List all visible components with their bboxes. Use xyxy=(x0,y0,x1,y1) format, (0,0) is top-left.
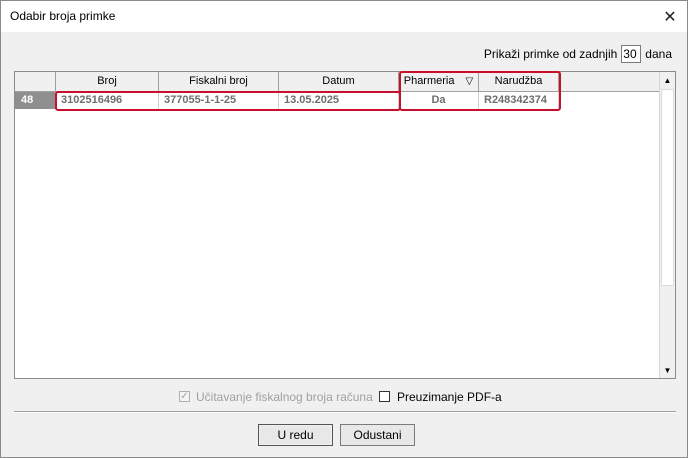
grid-header: Broj Fiskalni broj Datum Pharmeria ▽ Nar… xyxy=(15,72,660,92)
close-icon: ✕ xyxy=(663,8,677,26)
cell-fiskalni-broj[interactable]: 377055-1-1-25 xyxy=(159,92,279,109)
sort-filter-icon[interactable]: ▽ xyxy=(466,76,474,87)
vertical-scrollbar[interactable]: ▲ ▼ xyxy=(659,72,675,378)
cancel-button[interactable]: Odustani xyxy=(340,424,415,446)
cell-broj[interactable]: 3102516496 xyxy=(56,92,159,109)
fiscal-number-label: Učitavanje fiskalnog broja računa xyxy=(196,390,373,404)
column-header-pharmeria[interactable]: Pharmeria ▽ xyxy=(399,72,479,91)
checkmark-icon: ✓ xyxy=(180,390,189,402)
column-header-datum[interactable]: Datum xyxy=(279,72,399,91)
divider xyxy=(14,411,676,413)
table-row[interactable]: 48 3102516496 377055-1-1-25 13.05.2025 D… xyxy=(15,92,660,109)
cell-narudzba[interactable]: R248342374 xyxy=(479,92,559,109)
arrow-down-icon[interactable]: ▼ xyxy=(660,362,675,378)
column-header-narudzba[interactable]: Narudžba xyxy=(479,72,559,91)
download-pdf-checkbox[interactable] xyxy=(379,391,390,402)
arrow-up-icon[interactable]: ▲ xyxy=(660,72,675,88)
row-indicator-header xyxy=(15,72,56,91)
download-pdf-label: Preuzimanje PDF-a xyxy=(397,390,502,404)
close-button[interactable]: ✕ xyxy=(653,1,687,32)
options-row: ✓ Učitavanje fiskalnog broja računa Preu… xyxy=(1,389,687,407)
fiscal-number-checkbox[interactable]: ✓ xyxy=(179,391,190,402)
scrollbar-thumb[interactable] xyxy=(661,89,674,286)
days-unit-label: dana xyxy=(645,47,672,61)
days-filter-label: Prikaži primke od zadnjih xyxy=(483,47,618,61)
column-header-fiskalni-broj[interactable]: Fiskalni broj xyxy=(159,72,279,91)
cell-pharmeria[interactable]: Da xyxy=(399,92,479,109)
cell-datum[interactable]: 13.05.2025 xyxy=(279,92,399,109)
dialog-window: Odabir broja primke ✕ Prikaži primke od … xyxy=(0,0,688,458)
days-input[interactable] xyxy=(621,45,642,63)
receipts-grid: Broj Fiskalni broj Datum Pharmeria ▽ Nar… xyxy=(14,71,676,379)
title-bar: Odabir broja primke ✕ xyxy=(1,1,687,32)
ok-button[interactable]: U redu xyxy=(258,424,333,446)
row-number: 48 xyxy=(15,92,56,109)
column-header-pharmeria-label: Pharmeria xyxy=(403,75,455,87)
column-header-broj[interactable]: Broj xyxy=(56,72,159,91)
window-title: Odabir broja primke xyxy=(10,9,116,23)
days-filter: Prikaži primke od zadnjih dana xyxy=(484,43,672,65)
